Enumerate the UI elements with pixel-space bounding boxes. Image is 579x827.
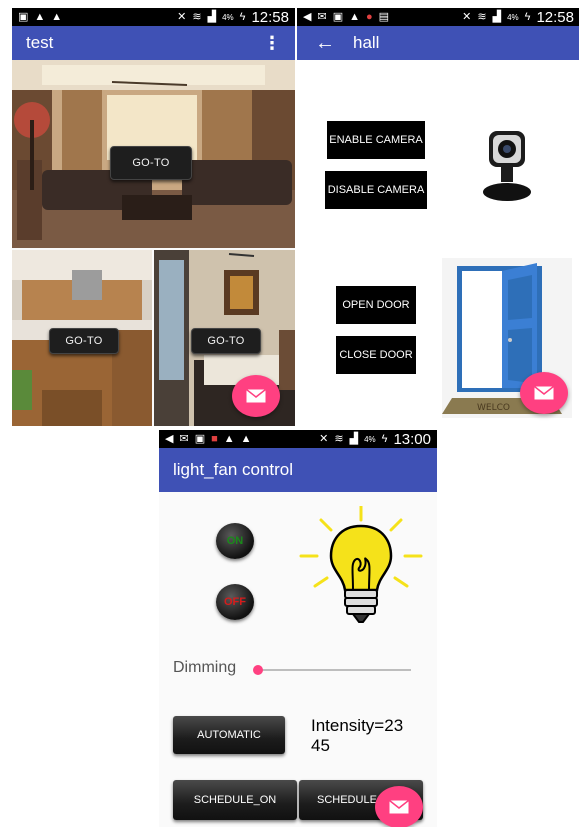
back-icon: ◀	[303, 10, 312, 23]
wifi-icon: ≋	[192, 10, 202, 23]
status-bar: ▣ ▲ ▲ ✕ ≋ ▟ 4% ϟ 12:58	[12, 8, 295, 26]
app-bar: light_fan control	[159, 448, 437, 492]
dimming-slider[interactable]	[253, 660, 411, 680]
screen-test: ▣ ▲ ▲ ✕ ≋ ▟ 4% ϟ 12:58 test ⋮ GO-TO GO-T…	[12, 8, 295, 426]
close-door-button[interactable]: CLOSE DOOR	[336, 336, 416, 374]
warning-icon: ▲	[223, 432, 235, 445]
screen-light-fan-control: ◀ ✉ ▣ ■ ▲ ▲ ✕ ≋ ▟ 4% ϟ 13:00 light_fan c…	[159, 430, 437, 827]
dimming-label: Dimming	[173, 659, 237, 676]
light-bulb-icon	[299, 506, 423, 623]
status-bar: ◀ ✉ ▣ ■ ▲ ▲ ✕ ≋ ▟ 4% ϟ 13:00	[159, 430, 437, 448]
screen-hall: ◀ ✉ ▣ ▲ ● ▤ ✕ ≋ ▟ 4% ϟ 12:58 ← hall ENAB…	[297, 8, 579, 426]
battery-charging-icon: ϟ	[524, 10, 531, 23]
slider-track	[259, 669, 411, 671]
mail-fab[interactable]	[375, 786, 423, 827]
open-door-button[interactable]: OPEN DOOR	[336, 286, 416, 324]
clock: 12:58	[536, 8, 574, 26]
battery-percent: 4%	[364, 434, 376, 444]
chrome-icon: ●	[365, 10, 373, 23]
red-app-icon: ■	[211, 432, 218, 445]
mat-text: WELCO	[477, 403, 510, 413]
kitchen-image: GO-TO	[12, 250, 152, 426]
mail-icon: ✉	[317, 10, 327, 23]
app-title: light_fan control	[173, 460, 294, 479]
battery-charging-icon: ϟ	[239, 10, 246, 23]
photo-icon: ▤	[378, 10, 390, 23]
webcam-image	[483, 131, 531, 201]
slider-thumb[interactable]	[253, 665, 263, 675]
warning-icon: ▲	[34, 10, 46, 23]
schedule-on-button[interactable]: SCHEDULE_ON	[173, 780, 297, 820]
disable-camera-button[interactable]: DISABLE CAMERA	[325, 171, 427, 209]
intensity-readout: Intensity=23 45	[311, 716, 404, 755]
back-icon: ◀	[165, 432, 174, 445]
gallery-icon: ▣	[194, 432, 206, 445]
automatic-button[interactable]: AUTOMATIC	[173, 716, 285, 754]
battery-percent: 4%	[507, 12, 519, 22]
battery-percent: 4%	[222, 12, 234, 22]
app-title: test	[26, 33, 54, 52]
clock: 12:58	[251, 8, 289, 26]
mail-icon	[246, 389, 266, 403]
enable-camera-button[interactable]: ENABLE CAMERA	[327, 121, 425, 159]
arrow-left-icon[interactable]: ←	[315, 32, 335, 55]
warning-icon: ▲	[51, 10, 63, 23]
mail-icon: ✉	[179, 432, 189, 445]
app-bar: ← hall	[297, 26, 579, 60]
gallery-icon: ▣	[18, 10, 29, 23]
overflow-menu-icon[interactable]: ⋮	[263, 33, 281, 54]
schedule-off-label: SCHEDULE	[317, 794, 377, 806]
wifi-icon: ≋	[477, 10, 487, 23]
gallery-icon: ▣	[332, 10, 344, 23]
mute-icon: ✕	[177, 10, 187, 23]
mute-icon: ✕	[462, 10, 472, 23]
kitchen-goto-button[interactable]: GO-TO	[49, 328, 119, 354]
signal-icon: ▟	[492, 10, 502, 23]
mail-icon	[389, 800, 409, 814]
mail-fab[interactable]	[232, 375, 280, 417]
warning-icon: ▲	[240, 432, 252, 445]
living-room-goto-button[interactable]: GO-TO	[110, 146, 192, 180]
status-bar: ◀ ✉ ▣ ▲ ● ▤ ✕ ≋ ▟ 4% ϟ 12:58	[297, 8, 579, 26]
on-label: ON	[226, 535, 244, 547]
living-room-image: GO-TO	[12, 60, 295, 248]
mail-icon	[534, 386, 554, 400]
signal-icon: ▟	[207, 10, 217, 23]
off-button[interactable]: OFF	[216, 584, 254, 620]
app-bar: test ⋮	[12, 26, 295, 60]
battery-charging-icon: ϟ	[381, 432, 388, 445]
mute-icon: ✕	[319, 432, 329, 445]
warning-icon: ▲	[349, 10, 360, 23]
mail-fab[interactable]	[520, 372, 568, 414]
bedroom-goto-button[interactable]: GO-TO	[191, 328, 261, 354]
clock: 13:00	[393, 430, 431, 448]
on-button[interactable]: ON	[216, 523, 254, 559]
app-title: hall	[353, 33, 380, 52]
wifi-icon: ≋	[334, 432, 344, 445]
off-label: OFF	[224, 596, 246, 608]
signal-icon: ▟	[349, 432, 359, 445]
